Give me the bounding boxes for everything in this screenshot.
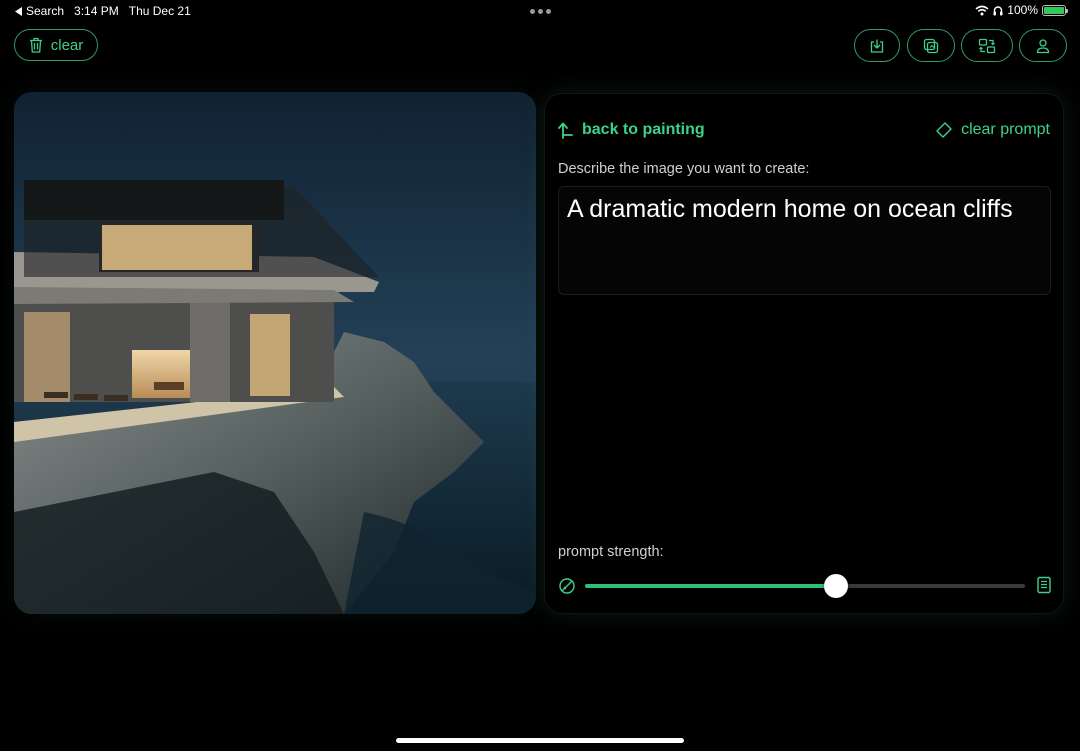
back-to-search[interactable]: Search (15, 4, 64, 18)
status-time: 3:14 PM (74, 4, 119, 18)
back-to-search-label: Search (26, 4, 65, 18)
back-to-painting-link[interactable]: back to painting (558, 121, 705, 139)
no-prompt-icon[interactable] (558, 577, 576, 595)
cliff-house-image (14, 92, 536, 614)
person-icon (1036, 38, 1050, 53)
generated-image[interactable] (14, 92, 536, 614)
slider-fill (585, 584, 836, 588)
import-tray-icon (870, 39, 884, 53)
swap-shapes-icon (978, 38, 996, 53)
status-left: Search 3:14 PM Thu Dec 21 (15, 4, 191, 18)
clear-button[interactable]: clear (14, 29, 98, 61)
battery-percent: 100% (1007, 3, 1038, 17)
multitasking-dots-icon[interactable] (530, 9, 551, 14)
duplicate-button[interactable] (907, 29, 955, 62)
describe-label: Describe the image you want to create: (558, 161, 810, 177)
copy-layers-icon (923, 38, 939, 53)
back-to-painting-label: back to painting (582, 121, 705, 138)
prompt-strength-slider[interactable] (585, 574, 1025, 598)
slider-thumb[interactable] (823, 574, 848, 598)
headphones-icon (993, 5, 1003, 15)
import-button[interactable] (854, 29, 900, 62)
prompt-input[interactable]: A dramatic modern home on ocean cliffs (558, 186, 1051, 295)
prompt-panel: back to painting clear prompt Describe t… (544, 93, 1064, 614)
clear-button-label: clear (50, 36, 84, 54)
swap-shapes-button[interactable] (961, 29, 1013, 62)
wifi-icon (975, 5, 989, 15)
clear-prompt-button[interactable]: clear prompt (935, 121, 1050, 139)
home-indicator[interactable] (396, 738, 684, 743)
eraser-icon (936, 122, 952, 138)
arrow-up-turn-icon (558, 122, 573, 139)
battery-icon (1042, 4, 1068, 16)
back-triangle-icon (15, 6, 22, 16)
status-bar: Search 3:14 PM Thu Dec 21 100% (0, 0, 1080, 22)
prompt-strength-label: prompt strength: (558, 544, 664, 560)
account-button[interactable] (1019, 29, 1067, 62)
full-prompt-document-icon[interactable] (1036, 576, 1052, 594)
clear-prompt-label: clear prompt (961, 121, 1050, 138)
prompt-strength-slider-row (558, 574, 1052, 598)
status-date: Thu Dec 21 (128, 4, 191, 18)
trash-icon (29, 37, 42, 53)
status-right: 100% (975, 3, 1068, 17)
